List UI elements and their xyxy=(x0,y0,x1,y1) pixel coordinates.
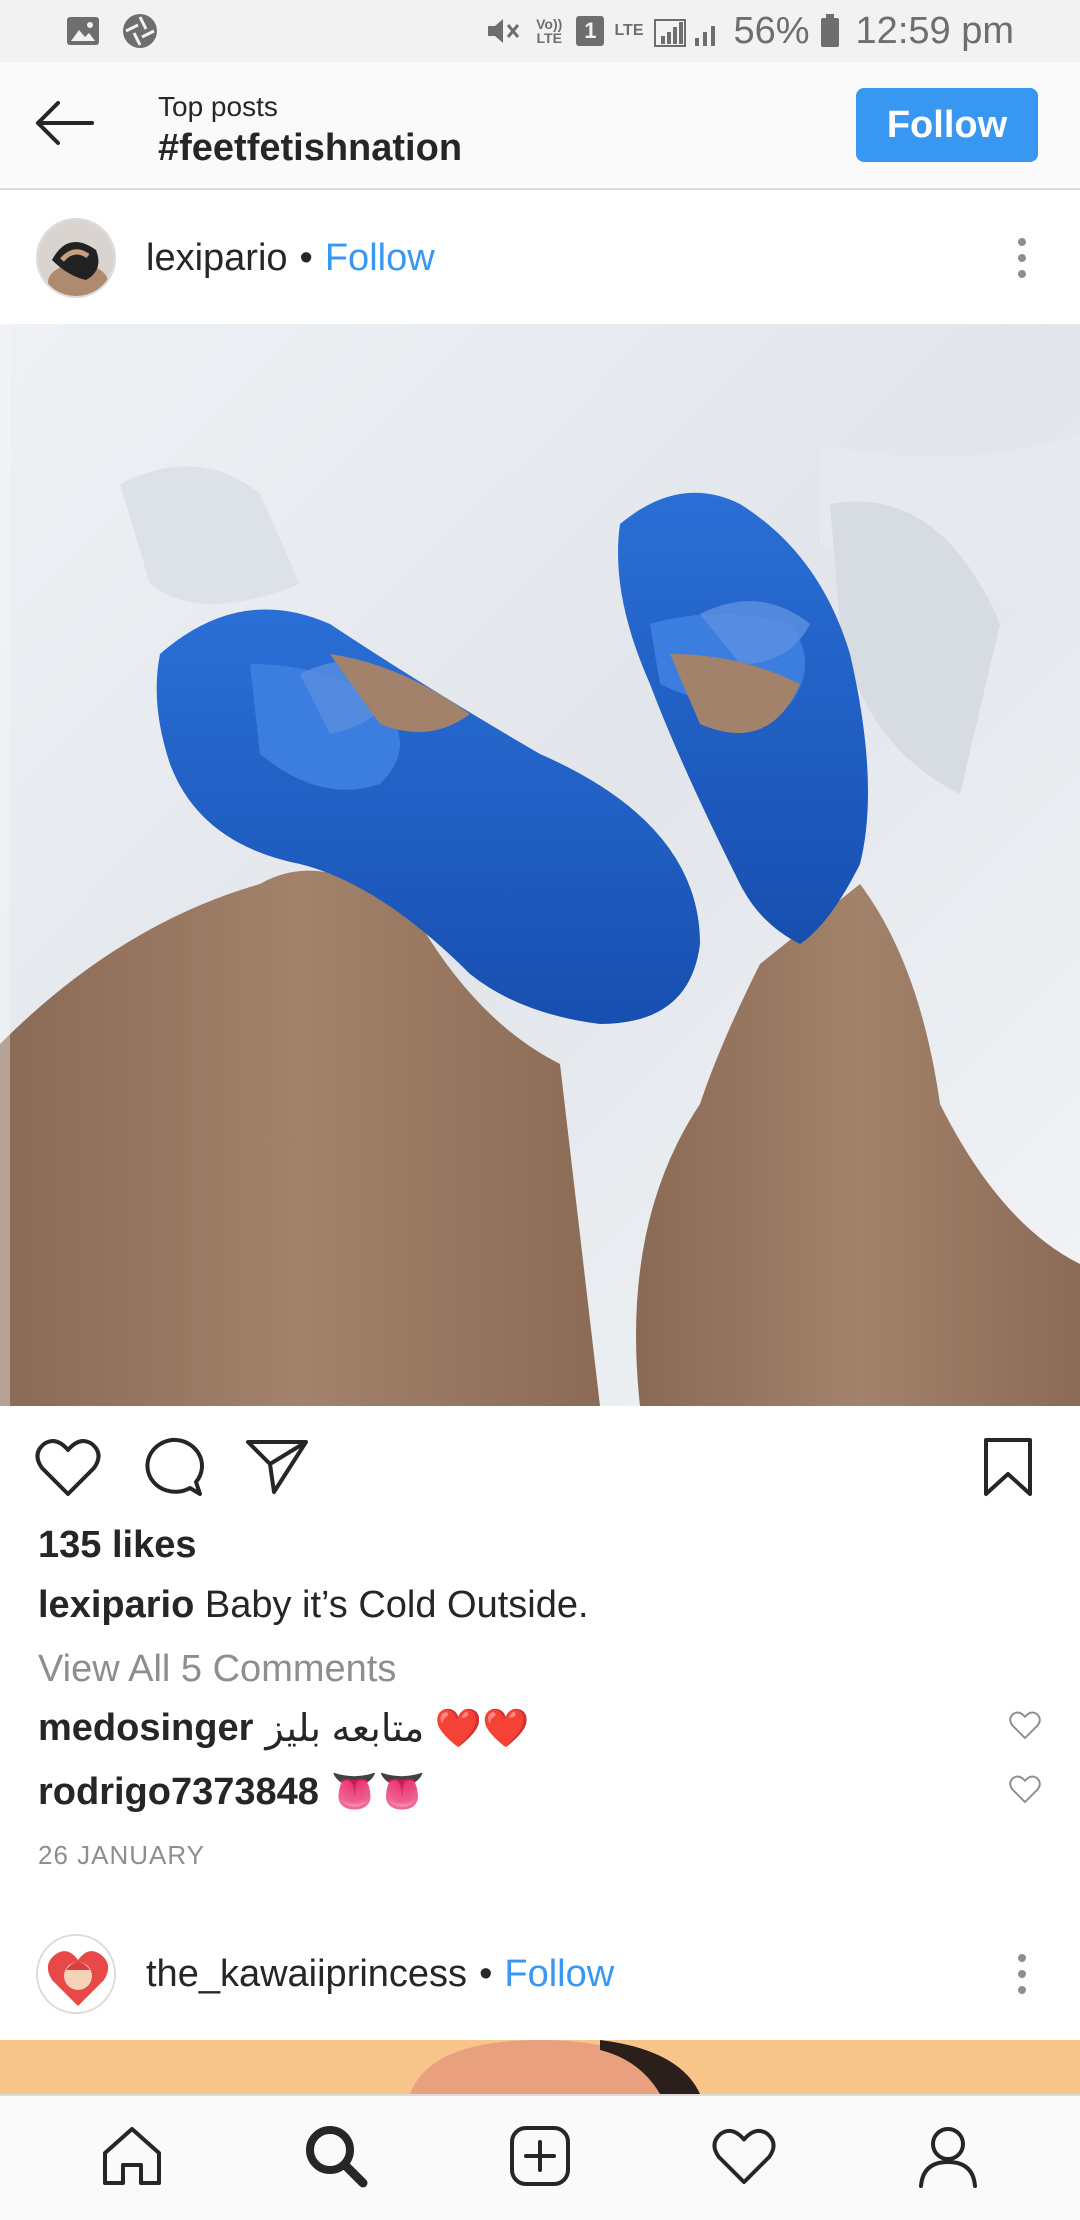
volte-indicator: Vo)) LTE xyxy=(536,16,563,46)
bottom-navigation xyxy=(0,2094,1080,2220)
separator-dot: • xyxy=(299,236,313,279)
comment-text: 👅👅 xyxy=(330,1771,426,1813)
lte-indicator: LTE xyxy=(614,22,644,39)
next-post-header: the_kawaiiprincess • Follow xyxy=(0,1908,1080,2040)
nav-activity[interactable] xyxy=(689,2103,799,2213)
home-icon xyxy=(99,2125,165,2192)
profile-icon xyxy=(917,2124,979,2193)
username-row: the_kawaiiprincess • Follow xyxy=(146,1953,614,1996)
comment-row: medosinger متابعه بليز ❤️❤️ xyxy=(38,1706,1042,1751)
comment-username[interactable]: medosinger xyxy=(38,1707,253,1750)
avatar[interactable] xyxy=(36,218,116,298)
bookmark-icon xyxy=(982,1436,1034,1503)
post-image[interactable] xyxy=(0,324,1080,1406)
follow-user-link[interactable]: Follow xyxy=(325,237,435,280)
more-options-button[interactable] xyxy=(1014,238,1030,278)
like-button[interactable] xyxy=(34,1436,102,1503)
follow-user-link[interactable]: Follow xyxy=(504,1953,614,1996)
header-subtitle: Top posts xyxy=(158,91,278,122)
comment-like-heart-icon[interactable] xyxy=(1008,1771,1042,1814)
caption-username[interactable]: lexipario xyxy=(38,1584,194,1626)
post-actions xyxy=(0,1426,1080,1516)
status-bar: Vo)) LTE 1 LTE 56% 12:59 pm xyxy=(0,0,1080,62)
separator-dot: • xyxy=(479,1952,493,1995)
caption: lexipario Baby it’s Cold Outside. xyxy=(38,1584,589,1627)
comment-icon xyxy=(140,1436,204,1505)
comment-username[interactable]: rodrigo7373848 xyxy=(38,1771,319,1814)
mute-icon xyxy=(486,15,522,47)
gallery-icon xyxy=(66,16,100,46)
aperture-icon xyxy=(122,13,158,49)
username-row: lexipario • Follow xyxy=(146,237,435,280)
avatar[interactable] xyxy=(36,1934,116,2014)
next-post-username[interactable]: the_kawaiiprincess xyxy=(146,1953,467,1996)
post-date: 26 JANUARY xyxy=(38,1840,206,1870)
nav-search[interactable] xyxy=(281,2103,391,2213)
post-header: lexipario • Follow xyxy=(0,192,1080,324)
nav-home[interactable] xyxy=(77,2103,187,2213)
comment-like-heart-icon[interactable] xyxy=(1008,1707,1042,1750)
more-vertical-icon xyxy=(1018,238,1026,278)
comment-row: rodrigo7373848 👅👅 xyxy=(38,1770,1042,1814)
hashtag-title: #feetfetishnation xyxy=(158,126,463,169)
sim-indicator: 1 xyxy=(576,16,605,46)
post-username[interactable]: lexipario xyxy=(146,237,288,280)
battery-percent: 56% xyxy=(733,9,810,52)
caption-text: Baby it’s Cold Outside. xyxy=(204,1584,589,1626)
more-options-button[interactable] xyxy=(1014,1954,1030,1994)
clock: 12:59 pm xyxy=(855,9,1014,52)
share-button[interactable] xyxy=(244,1436,310,1501)
next-post-image[interactable] xyxy=(0,2040,1080,2094)
signal-icon xyxy=(653,14,723,48)
arrow-left-icon xyxy=(32,99,96,152)
battery-icon xyxy=(820,14,840,48)
activity-heart-icon xyxy=(711,2126,777,2191)
likes-count[interactable]: 135 likes xyxy=(38,1524,196,1567)
more-vertical-icon xyxy=(1018,1954,1026,1994)
search-icon xyxy=(303,2123,369,2194)
header-titles: Top posts #feetfetishnation xyxy=(158,90,462,171)
comment-button[interactable] xyxy=(140,1436,204,1505)
comment-text: متابعه بليز ❤️❤️ xyxy=(265,1708,530,1750)
add-post-icon xyxy=(508,2124,572,2193)
send-icon xyxy=(244,1436,310,1501)
follow-hashtag-button[interactable]: Follow xyxy=(856,88,1038,162)
view-all-comments-link[interactable]: View All 5 Comments xyxy=(38,1648,396,1691)
back-button[interactable] xyxy=(28,92,100,158)
heart-icon xyxy=(34,1436,102,1503)
save-button[interactable] xyxy=(982,1436,1034,1503)
nav-profile[interactable] xyxy=(893,2103,1003,2213)
app-header: Top posts #feetfetishnation Follow xyxy=(0,62,1080,190)
nav-add-post[interactable] xyxy=(485,2103,595,2213)
